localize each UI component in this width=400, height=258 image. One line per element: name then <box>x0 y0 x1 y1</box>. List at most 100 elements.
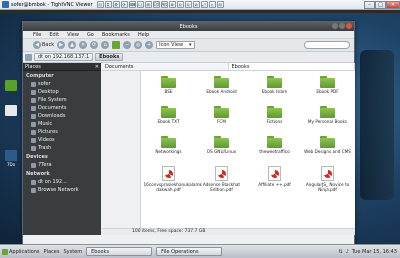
sidebar-title: Places <box>25 63 41 70</box>
place-icon <box>31 105 36 111</box>
folder-item[interactable]: Ebook Islam <box>248 73 301 103</box>
vnc-tool-button[interactable]: ⊙ <box>184 1 192 8</box>
close-sidebar-icon[interactable]: ✕ <box>95 64 99 70</box>
vnc-tool-button[interactable]: ⌨ <box>128 1 136 8</box>
folder-item[interactable]: FCM <box>195 103 248 133</box>
desktop-icon-graphic <box>5 80 17 91</box>
vnc-tool-button[interactable]: Ctl <box>152 1 160 8</box>
volume-icon[interactable]: ♪ <box>346 249 349 255</box>
taskbar-window-ebooks[interactable]: Ebooks <box>86 247 153 256</box>
minimize-button[interactable]: – <box>364 0 375 9</box>
content-panes: Documents Ebooks BSE Ebook Android Ebook I… <box>102 63 355 228</box>
menu-edit[interactable]: Edit <box>49 32 59 38</box>
back-button[interactable]: ◀ Back <box>33 41 54 49</box>
vnc-tool-button[interactable]: ⊕ <box>168 1 176 8</box>
menu-view[interactable]: View <box>67 32 79 38</box>
vnc-tool-button[interactable]: ⊘ <box>192 1 200 8</box>
folder-item[interactable]: BSE <box>142 73 195 103</box>
zoom-out-icon[interactable]: − <box>123 41 132 49</box>
menu-file[interactable]: File <box>33 32 41 38</box>
home-icon[interactable]: ⌂ <box>101 41 110 49</box>
system-menu[interactable]: System <box>63 249 82 255</box>
applications-menu[interactable]: Applications <box>2 248 40 255</box>
sidebar-item[interactable]: Pictures <box>23 128 101 136</box>
sidebar-item[interactable]: sofer <box>23 80 101 88</box>
sidebar-item[interactable]: Music <box>23 120 101 128</box>
desktop-icon-1[interactable] <box>1 80 21 92</box>
folder-icon <box>320 106 335 118</box>
taskbar-window-file-operations[interactable]: File Operations <box>156 247 223 256</box>
vnc-tool-button[interactable]: ⊞ <box>144 1 152 8</box>
vnc-tool-button[interactable]: ⊖ <box>176 1 184 8</box>
folder-icon <box>320 136 335 148</box>
sidebar-item[interactable]: dt on 192... <box>23 178 101 186</box>
folder-item[interactable]: Ebook TXT <box>142 103 195 133</box>
vnc-tool-button[interactable]: Alt <box>160 1 168 8</box>
pane-tab-documents[interactable]: Documents <box>102 63 229 70</box>
pdf-file-item[interactable]: Adsense Blackhat Edition.pdf <box>195 163 248 193</box>
computer-icon[interactable] <box>112 41 121 49</box>
up-arrow-icon[interactable]: ▲ <box>68 41 77 49</box>
clock[interactable]: Tue Mar 15, 16:43 <box>352 249 397 255</box>
sidebar-item[interactable]: Downloads <box>23 112 101 120</box>
forward-arrow-icon[interactable]: ▶ <box>57 41 66 49</box>
sidebar-item[interactable]: File System <box>23 96 101 104</box>
close-button[interactable]: ✕ <box>386 0 400 9</box>
item-label: AngularJS_ Novice to Ninja.pdf <box>305 182 350 192</box>
zoom-reset-icon[interactable]: ◎ <box>134 41 143 49</box>
fm-close-button[interactable] <box>346 23 352 29</box>
item-label: Adsense Blackhat Edition.pdf <box>202 182 241 192</box>
view-mode-select[interactable]: Icon View ▾ <box>156 41 195 49</box>
sidebar-item[interactable]: Trash <box>23 144 101 152</box>
vnc-tool-button[interactable]: ☐ <box>136 1 144 8</box>
vnc-tool-button[interactable]: ⌕ <box>208 1 216 8</box>
desktop-icon-2[interactable] <box>1 105 21 117</box>
folder-item[interactable]: Ebook Android <box>195 73 248 103</box>
stop-icon[interactable]: ✕ <box>79 41 88 49</box>
folder-item[interactable]: Networkings <box>142 133 195 163</box>
item-label: Web Designs and CMS <box>304 149 351 154</box>
pdf-file-item[interactable]: Affiliate ++.pdf <box>248 163 301 193</box>
sidebar-item[interactable]: Browse Network <box>23 186 101 194</box>
menu-bookmarks[interactable]: Bookmarks <box>102 32 130 38</box>
folder-item[interactable]: OS GNU/Linux <box>195 133 248 163</box>
breadcrumb-host[interactable]: dt on 192.168.137.1 <box>34 53 94 61</box>
sidebar-item[interactable]: Desktop <box>23 88 101 96</box>
folder-item[interactable]: Web Designs and CMS <box>301 133 354 163</box>
vnc-tool-button[interactable]: ⟳ <box>120 1 128 8</box>
folder-item[interactable]: Ebook PDF <box>301 73 354 103</box>
path-toggle-icon[interactable] <box>25 53 32 61</box>
left-pane <box>102 71 141 228</box>
sidebar-item[interactable]: 7Tera <box>23 161 101 169</box>
desktop-icon-3[interactable]: 7Do <box>1 150 21 167</box>
zoom-in-icon[interactable]: + <box>145 41 154 49</box>
menu-go[interactable]: Go <box>87 32 94 38</box>
fm-minimize-button[interactable] <box>332 23 338 29</box>
pane-tab-ebooks[interactable]: Ebooks <box>228 63 355 70</box>
search-input[interactable] <box>304 41 350 49</box>
sidebar-item-label: dt on 192... <box>38 179 67 185</box>
maximize-button[interactable]: □ <box>375 0 386 9</box>
item-label: Ebook Android <box>206 89 237 94</box>
pdf-file-item[interactable]: 16convsprasiekhanukalamk dakwah.pdf <box>142 163 202 193</box>
vnc-tool-button[interactable]: ⊡ <box>96 1 104 8</box>
breadcrumb-ebooks[interactable]: Ebooks <box>95 53 124 61</box>
folder-item[interactable]: theweetraffico <box>248 133 301 163</box>
item-label: 16convsprasiekhanukalamk dakwah.pdf <box>143 182 202 192</box>
sidebar-item-label: Downloads <box>38 113 66 119</box>
fm-maximize-button[interactable] <box>339 23 345 29</box>
pdf-file-item[interactable]: AngularJS_ Novice to Ninja.pdf <box>301 163 354 193</box>
reload-icon[interactable]: ⟳ <box>90 41 99 49</box>
places-menu[interactable]: Places <box>44 249 60 255</box>
vnc-tool-button[interactable]: ⌗ <box>104 1 112 8</box>
folder-item[interactable]: My Personal Books <box>301 103 354 133</box>
sidebar-item[interactable]: Videos <box>23 136 101 144</box>
folder-icon <box>267 136 282 148</box>
sidebar-item[interactable]: Documents <box>23 104 101 112</box>
menu-help[interactable]: Help <box>138 32 149 38</box>
vnc-tool-button[interactable]: ⚙ <box>112 1 120 8</box>
folder-item[interactable]: Fictions <box>248 103 301 133</box>
vnc-tool-button[interactable]: ⤢ <box>200 1 208 8</box>
network-icon[interactable]: ⇅ <box>338 249 342 255</box>
vnc-tool-button[interactable]: ⊟ <box>216 1 224 8</box>
